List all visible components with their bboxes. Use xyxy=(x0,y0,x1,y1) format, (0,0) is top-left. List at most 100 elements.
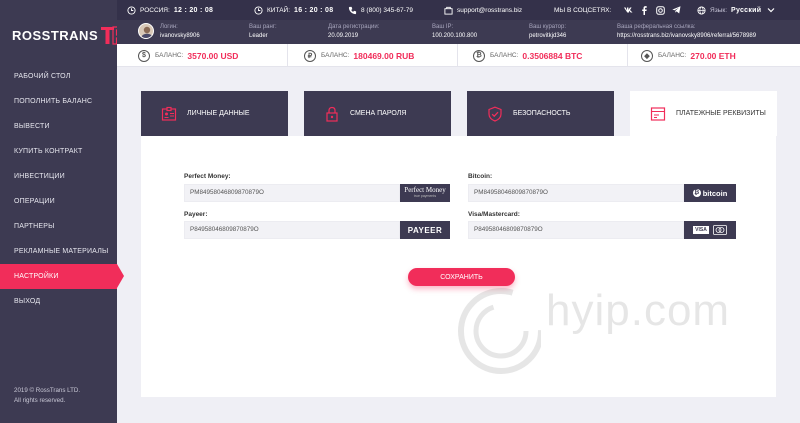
user-info-bar: Логин: ivanovsky8906 Ваш ранг: Leader Да… xyxy=(117,20,800,44)
balance-amount: 0.3506884 BTC xyxy=(522,50,583,61)
balance-eth: ◆ БАЛАНС: 270.00 ETH xyxy=(641,44,736,67)
clock-icon xyxy=(127,5,136,15)
watermark-logo-icon xyxy=(458,288,541,374)
rank-info: Ваш ранг: Leader xyxy=(249,23,277,41)
curator-label: Ваш куратор: xyxy=(529,24,567,30)
sidebar-item-withdraw[interactable]: Вывести xyxy=(0,114,117,139)
tab-personal-data[interactable]: Личные данные xyxy=(141,91,288,136)
tab-label: Смена пароля xyxy=(350,110,407,117)
sidebar-item-partners[interactable]: Партнеры xyxy=(0,214,117,239)
instagram-icon[interactable] xyxy=(655,5,666,16)
balance-amount: 270.00 ETH xyxy=(690,50,736,61)
visa-icon: VISA xyxy=(693,226,709,234)
ip-value: 100.200.100.800 xyxy=(432,33,478,39)
balance-amount: 3570.00 USD xyxy=(187,50,239,61)
referral-info: Ваша реферальная ссылка: https://rosstra… xyxy=(617,23,756,41)
support-icon xyxy=(444,6,453,15)
russia-clock: РОССИЯ: 12 : 20 : 08 xyxy=(127,0,213,20)
balance-label: БАЛАНС: xyxy=(155,52,184,59)
tab-change-password[interactable]: Смена пароля xyxy=(304,91,451,136)
lock-icon xyxy=(326,106,338,122)
telegram-icon[interactable] xyxy=(671,5,682,16)
copyright-line-1: 2019 © RossTrans LTD. xyxy=(14,387,81,394)
support-email[interactable]: support@rosstrans.biz xyxy=(444,0,522,20)
shield-icon xyxy=(488,106,502,122)
referral-link[interactable]: https://rosstrans.biz/ivanovsky8906/refe… xyxy=(617,32,756,41)
clock-icon xyxy=(254,5,263,15)
tab-payment-details[interactable]: Платежные реквизиты xyxy=(630,91,777,136)
chevron-down-icon xyxy=(767,8,775,13)
russia-time: 12 : 20 : 08 xyxy=(173,6,214,14)
divider xyxy=(627,44,628,67)
balances-bar: $ БАЛАНС: 3570.00 USD ₽ БАЛАНС: 180469.0… xyxy=(117,44,800,67)
balance-btc: ₿ БАЛАНС: 0.3506884 BTC xyxy=(473,44,582,67)
copyright: 2019 © RossTrans LTD. All rights reserve… xyxy=(14,386,80,406)
ip-info: Ваш IP: 100.200.100.800 xyxy=(432,23,477,41)
copyright-line-2: All rights reserved. xyxy=(14,397,66,404)
vk-icon[interactable] xyxy=(623,5,634,16)
watermark: hyip.com xyxy=(451,276,776,396)
sidebar: ROSSTRANS Рабочий стол Пополнить баланс … xyxy=(0,0,127,423)
sidebar-menu: Рабочий стол Пополнить баланс Вывести Ку… xyxy=(0,64,124,314)
registration-label: Дата регистрации: xyxy=(328,24,380,30)
payeer-input[interactable]: P84958046809870879O xyxy=(184,221,400,239)
russia-label: РОССИЯ: xyxy=(140,6,170,14)
logo-text: ROSSTRANS xyxy=(12,27,99,43)
language-value: Русский xyxy=(731,6,762,14)
tab-label: Личные данные xyxy=(187,110,250,117)
bitcoin-brand: bitcoin xyxy=(702,188,728,198)
sidebar-item-settings[interactable]: Настройки xyxy=(0,264,124,289)
sidebar-item-logout[interactable]: Выход xyxy=(0,289,117,314)
sidebar-item-buy-contract[interactable]: Купить контракт xyxy=(0,139,117,164)
payeer-logo: PAYEER xyxy=(400,221,450,239)
perfect-money-input[interactable]: PM84958046809870879O xyxy=(184,184,400,202)
tab-label: Безопасность xyxy=(513,110,571,117)
bitcoin-coin-icon: ₿ xyxy=(473,49,485,62)
id-card-icon xyxy=(161,106,177,121)
ruble-coin-icon: ₽ xyxy=(304,49,316,62)
perfect-money-brand-sub: true payments xyxy=(413,194,437,198)
facebook-icon[interactable] xyxy=(639,5,650,16)
china-time: 16 : 20 : 08 xyxy=(294,6,334,14)
registration-value: 20.09.2019 xyxy=(328,33,359,39)
sidebar-item-operations[interactable]: Операции xyxy=(0,189,117,214)
globe-icon xyxy=(697,5,706,15)
ip-label: Ваш IP: xyxy=(432,24,454,30)
sidebar-item-dashboard[interactable]: Рабочий стол xyxy=(0,64,117,89)
balance-amount: 180469.00 RUB xyxy=(353,50,415,61)
login-info: Логин: ivanovsky8906 xyxy=(160,23,200,41)
phone-icon xyxy=(348,6,357,14)
visa-mastercard-logo: VISA xyxy=(684,221,736,239)
sidebar-item-investments[interactable]: Инвестиции xyxy=(0,164,117,189)
curator-info: Ваш куратор: petrovitkjd346 xyxy=(529,23,566,41)
visa-mastercard-input[interactable]: P84958046809870879O xyxy=(468,221,684,239)
balance-rub: ₽ БАЛАНС: 180469.00 RUB xyxy=(304,44,414,67)
balance-usd: $ БАЛАНС: 3570.00 USD xyxy=(138,44,238,67)
avatar[interactable] xyxy=(138,23,154,39)
mastercard-icon xyxy=(712,225,727,235)
visa-mastercard-label: Visa/Mastercard: xyxy=(468,211,520,218)
phone-number: 8 (800) 345-67-79 xyxy=(361,6,414,14)
ethereum-coin-icon: ◆ xyxy=(641,49,653,62)
language-label: Язык: xyxy=(710,6,727,14)
china-label: КИТАЙ: xyxy=(267,6,291,14)
referral-label: Ваша реферальная ссылка: xyxy=(617,24,696,30)
payeer-label: Payeer: xyxy=(184,211,208,218)
tab-security[interactable]: Безопасность xyxy=(467,91,614,136)
bitcoin-label: Bitcoin: xyxy=(468,173,493,180)
language-selector[interactable]: Язык: Русский xyxy=(697,0,775,20)
bitcoin-input[interactable]: PM84958046809870879O xyxy=(468,184,684,202)
sidebar-item-deposit[interactable]: Пополнить баланс xyxy=(0,89,117,114)
dollar-coin-icon: $ xyxy=(138,49,150,62)
tab-label: Платежные реквизиты xyxy=(676,110,766,117)
phone[interactable]: 8 (800) 345-67-79 xyxy=(348,0,413,20)
divider xyxy=(457,44,458,67)
login-value: ivanovsky8906 xyxy=(160,33,200,39)
social-label: МЫ В СОЦСЕТЯХ: xyxy=(554,6,612,14)
payeer-brand: PAYEER xyxy=(407,225,443,235)
balance-label: БАЛАНС: xyxy=(658,52,687,59)
sidebar-item-promo[interactable]: Рекламные материалы xyxy=(0,239,117,264)
perfect-money-label: Perfect Money: xyxy=(184,173,231,180)
china-clock: КИТАЙ: 16 : 20 : 08 xyxy=(254,0,333,20)
logo[interactable]: ROSSTRANS xyxy=(12,24,127,46)
